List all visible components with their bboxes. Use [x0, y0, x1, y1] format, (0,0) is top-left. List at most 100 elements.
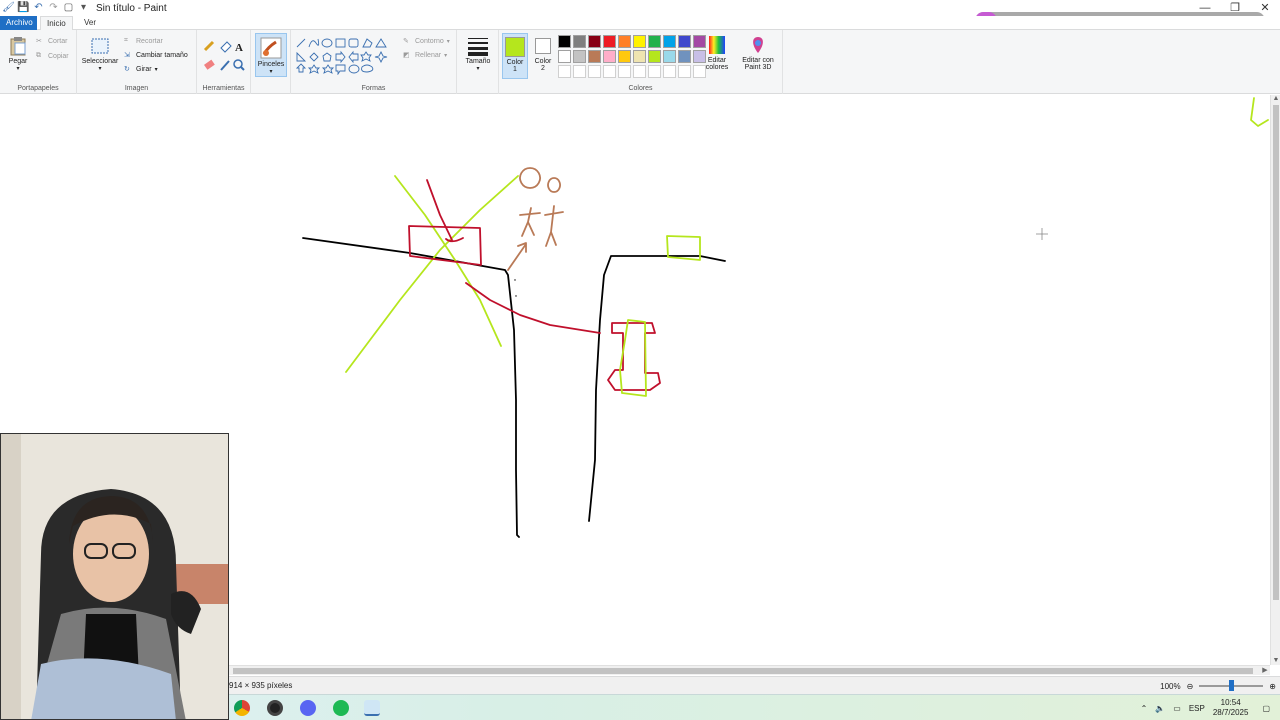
palette-swatch[interactable]: [618, 50, 631, 63]
eraser-icon[interactable]: [204, 59, 215, 70]
language-indicator[interactable]: ESP: [1189, 704, 1205, 713]
zoom-out-icon[interactable]: ⊖: [1187, 682, 1194, 691]
palette-swatch[interactable]: [693, 65, 706, 78]
chrome-icon[interactable]: [234, 700, 250, 716]
palette-swatch[interactable]: [558, 35, 571, 48]
undo-icon[interactable]: ↶: [32, 2, 45, 14]
palette-swatch[interactable]: [618, 35, 631, 48]
brushes-button[interactable]: Pinceles ▾: [255, 33, 287, 77]
fill-icon[interactable]: [220, 41, 232, 53]
palette-swatch[interactable]: [678, 35, 691, 48]
outline-button[interactable]: ✎ Contorno ▾: [403, 37, 450, 46]
rotate-button[interactable]: ↻ Girar ▾: [124, 65, 158, 74]
palette-swatch[interactable]: [648, 65, 661, 78]
color-picker-icon[interactable]: [220, 60, 230, 71]
quick-access-toolbar: 🖌 💾 ↶ ↷ ▢ ▾: [0, 0, 90, 16]
color2-button[interactable]: Color 2: [530, 33, 556, 79]
palette-swatch[interactable]: [588, 65, 601, 78]
palette-swatch[interactable]: [633, 35, 646, 48]
vertical-scroll-thumb[interactable]: [1273, 105, 1279, 600]
color-wheel-icon: [709, 36, 725, 54]
magnifier-icon[interactable]: [233, 59, 245, 71]
tray-chevron-icon[interactable]: ⌃: [1141, 704, 1148, 713]
palette-swatch[interactable]: [618, 65, 631, 78]
volume-icon[interactable]: 🔈: [1155, 704, 1165, 713]
horizontal-scrollbar[interactable]: ▶: [229, 665, 1270, 675]
network-icon[interactable]: ▭: [1173, 704, 1181, 713]
select-icon: [91, 38, 109, 54]
palette-swatch[interactable]: [648, 35, 661, 48]
drawn-red-curve: [445, 237, 464, 243]
customize-arrow-icon[interactable]: ▾: [77, 2, 90, 14]
palette-swatch[interactable]: [573, 65, 586, 78]
paint-icon[interactable]: [364, 700, 380, 716]
new-doc-icon[interactable]: ▢: [62, 2, 75, 14]
resize-button[interactable]: ⇲ Cambiar tamaño: [124, 51, 188, 60]
brush-icon: [260, 37, 282, 59]
fill-shape-button[interactable]: ◩ Rellenar ▾: [403, 51, 447, 60]
text-icon[interactable]: A: [235, 42, 243, 54]
palette-swatch[interactable]: [573, 35, 586, 48]
copy-button[interactable]: ⧉ Copiar: [36, 52, 69, 60]
select-button[interactable]: Seleccionar ▾: [80, 36, 120, 72]
palette-swatch[interactable]: [633, 50, 646, 63]
palette-swatch[interactable]: [603, 65, 616, 78]
palette-swatch[interactable]: [558, 65, 571, 78]
zoom-in-icon[interactable]: ⊕: [1269, 682, 1276, 691]
cut-button[interactable]: ✂ Cortar: [36, 37, 67, 46]
record-icon[interactable]: [267, 700, 283, 716]
scroll-up-arrow-icon[interactable]: ▲: [1271, 95, 1280, 103]
zoom-slider[interactable]: [1199, 680, 1264, 691]
paint3d-button[interactable]: Editar con Paint 3D: [737, 35, 779, 71]
scroll-right-arrow-icon[interactable]: ▶: [1260, 666, 1270, 676]
pencil-icon[interactable]: [203, 40, 215, 52]
drawn-car-body: [607, 322, 661, 391]
redo-icon[interactable]: ↷: [47, 2, 60, 14]
ribbon-tabs: Archivo Inicio Ver: [0, 16, 1280, 30]
paste-button[interactable]: Pegar ▾: [5, 36, 31, 72]
save-icon[interactable]: 💾: [17, 2, 30, 14]
image-group-label: Imagen: [124, 85, 149, 92]
tab-file[interactable]: Archivo: [0, 16, 37, 30]
discord-icon[interactable]: [300, 700, 316, 716]
colors-group-label: Colores: [628, 85, 653, 92]
shapes-gallery[interactable]: [296, 37, 396, 75]
palette-swatch[interactable]: [603, 35, 616, 48]
palette-swatch[interactable]: [663, 50, 676, 63]
crop-icon: ⌗: [124, 37, 128, 44]
color1-button[interactable]: Color 1: [502, 33, 528, 79]
copy-label: Copiar: [48, 52, 69, 60]
palette-swatch[interactable]: [693, 50, 706, 63]
palette-swatch[interactable]: [603, 50, 616, 63]
notifications-icon[interactable]: ▢: [1262, 704, 1270, 713]
palette-swatch[interactable]: [588, 35, 601, 48]
size-button[interactable]: Tamaño ▾: [463, 36, 493, 72]
ribbon: Pegar ▾ ✂ Cortar ⧉ Copiar Portapapeles S…: [0, 30, 1280, 94]
tab-home[interactable]: Inicio: [40, 16, 73, 30]
tools-group-label: Herramientas: [202, 85, 245, 92]
zoom-slider-knob[interactable]: [1229, 680, 1235, 691]
palette-swatch[interactable]: [678, 50, 691, 63]
clock-date: 28/7/2025: [1212, 708, 1249, 717]
clock[interactable]: 10:54 28/7/2025: [1213, 698, 1249, 718]
horizontal-scroll-thumb[interactable]: [233, 668, 1253, 674]
palette-swatch[interactable]: [663, 35, 676, 48]
color-palette: [558, 35, 706, 78]
palette-swatch[interactable]: [678, 65, 691, 78]
palette-swatch[interactable]: [693, 35, 706, 48]
spotify-icon[interactable]: [333, 700, 349, 716]
crop-button[interactable]: ⌗ Recortar: [124, 37, 163, 45]
line-size-icon: [468, 38, 488, 56]
palette-swatch[interactable]: [558, 50, 571, 63]
palette-swatch[interactable]: [663, 65, 676, 78]
tools-icons: A: [203, 40, 245, 71]
palette-swatch[interactable]: [648, 50, 661, 63]
crop-label: Recortar: [136, 37, 163, 45]
vertical-scrollbar[interactable]: ▲ ▼: [1270, 95, 1280, 665]
scroll-down-arrow-icon[interactable]: ▼: [1271, 657, 1280, 665]
brushes-group: Pinceles ▾: [251, 30, 291, 94]
tab-view[interactable]: Ver: [78, 16, 102, 30]
palette-swatch[interactable]: [573, 50, 586, 63]
palette-swatch[interactable]: [588, 50, 601, 63]
palette-swatch[interactable]: [633, 65, 646, 78]
